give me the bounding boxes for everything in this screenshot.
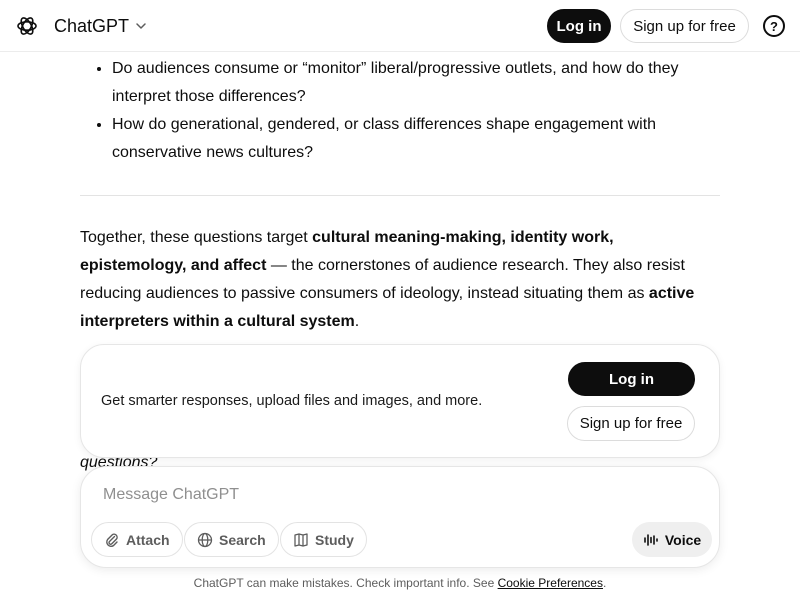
study-label: Study (315, 531, 354, 548)
message-composer: Attach Search Study (80, 466, 720, 568)
bullet-list: Do audiences consume or “monitor” libera… (80, 55, 720, 167)
study-button[interactable]: Study (280, 522, 367, 557)
assistant-message: Do audiences consume or “monitor” libera… (80, 52, 720, 164)
model-switcher[interactable]: ChatGPT (54, 14, 147, 38)
list-item: Do audiences consume or “monitor” libera… (112, 55, 720, 111)
book-icon (294, 532, 308, 547)
header-login-button[interactable]: Log in (547, 9, 611, 43)
summary-paragraph: Together, these questions target cultura… (80, 224, 720, 336)
promo-signup-button[interactable]: Sign up for free (567, 406, 695, 441)
top-bar: ChatGPT Log in Sign up for free ? (0, 0, 800, 52)
message-input[interactable] (101, 485, 625, 505)
divider (80, 195, 720, 196)
disclaimer-text: ChatGPT can make mistakes. Check importa… (193, 576, 498, 590)
openai-logo-icon[interactable] (15, 14, 39, 38)
waveform-icon (644, 533, 658, 546)
globe-icon (197, 532, 213, 547)
chevron-down-icon (136, 23, 146, 29)
disclaimer-footer: ChatGPT can make mistakes. Check importa… (0, 576, 800, 590)
voice-label: Voice (664, 531, 702, 548)
header-signup-button[interactable]: Sign up for free (620, 9, 749, 43)
signup-promo-card: Get smarter responses, upload files and … (80, 344, 720, 458)
paragraph-text: . (354, 313, 360, 330)
voice-button[interactable]: Voice (632, 522, 712, 557)
search-label: Search (219, 531, 266, 548)
promo-text: Get smarter responses, upload files and … (101, 393, 483, 409)
search-button[interactable]: Search (184, 522, 279, 557)
attach-button[interactable]: Attach (91, 522, 183, 557)
help-icon[interactable]: ? (763, 15, 785, 37)
attach-label: Attach (126, 531, 170, 548)
paragraph-text: Together, these questions target (80, 229, 313, 246)
disclaimer-end: . (602, 576, 607, 590)
app-title: ChatGPT (54, 15, 130, 36)
list-item: How do generational, gendered, or class … (112, 111, 720, 167)
promo-login-button[interactable]: Log in (568, 362, 695, 396)
paperclip-icon (106, 533, 118, 547)
cookie-preferences-link[interactable]: Cookie Preferences (498, 576, 603, 590)
